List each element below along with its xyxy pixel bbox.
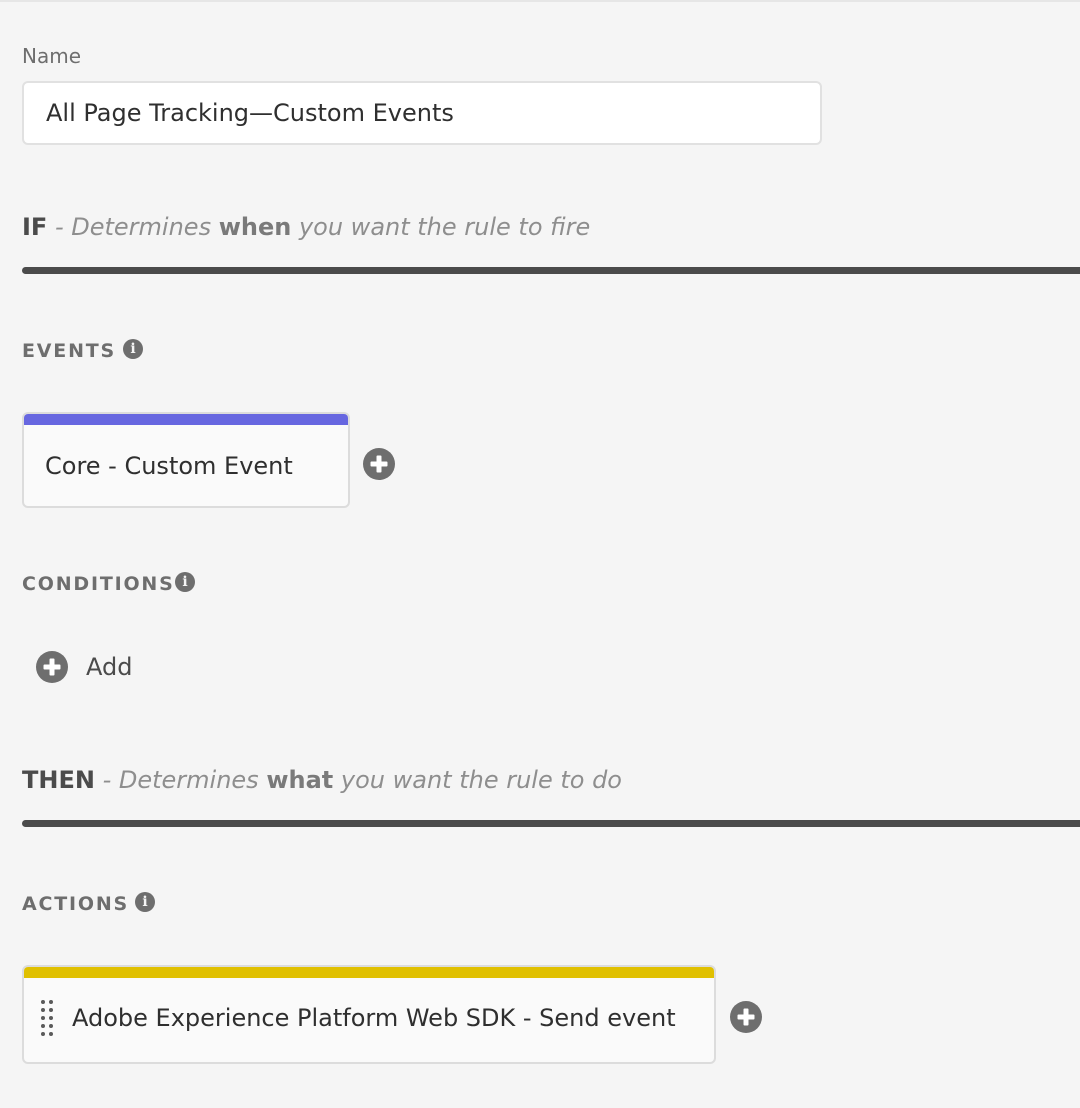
name-field-label: Name <box>22 44 82 68</box>
add-event-plus-icon[interactable] <box>363 448 395 480</box>
then-description: - Determines what you want the rule to d… <box>94 766 622 794</box>
action-card-accent <box>24 967 714 978</box>
conditions-heading: CONDITIONS <box>22 573 175 595</box>
add-action-plus-icon[interactable] <box>730 1001 762 1033</box>
if-heading: IF - Determines when you want the rule t… <box>22 211 590 243</box>
name-input[interactable] <box>22 81 822 145</box>
add-condition-button[interactable]: Add <box>36 650 132 684</box>
then-divider <box>22 820 1080 827</box>
if-keyword: IF <box>22 213 48 241</box>
action-card[interactable]: Adobe Experience Platform Web SDK - Send… <box>22 965 716 1064</box>
conditions-info-icon[interactable]: i <box>175 572 195 592</box>
drag-handle-icon[interactable] <box>40 999 54 1037</box>
add-condition-label: Add <box>86 653 133 681</box>
event-card-accent <box>24 414 348 425</box>
action-card-label: Adobe Experience Platform Web SDK - Send… <box>72 1004 676 1032</box>
then-keyword: THEN <box>22 766 95 794</box>
if-description: - Determines when you want the rule to f… <box>47 213 591 241</box>
events-heading: EVENTS <box>22 340 117 362</box>
event-card-label: Core - Custom Event <box>45 452 293 480</box>
then-heading: THEN - Determines what you want the rule… <box>22 764 622 796</box>
add-condition-plus-icon <box>36 651 68 683</box>
actions-info-icon[interactable]: i <box>135 892 155 912</box>
actions-heading: ACTIONS <box>22 893 130 915</box>
top-border <box>0 0 1080 2</box>
if-divider <box>22 267 1080 274</box>
event-card[interactable]: Core - Custom Event <box>22 412 350 508</box>
events-info-icon[interactable]: i <box>123 339 143 359</box>
